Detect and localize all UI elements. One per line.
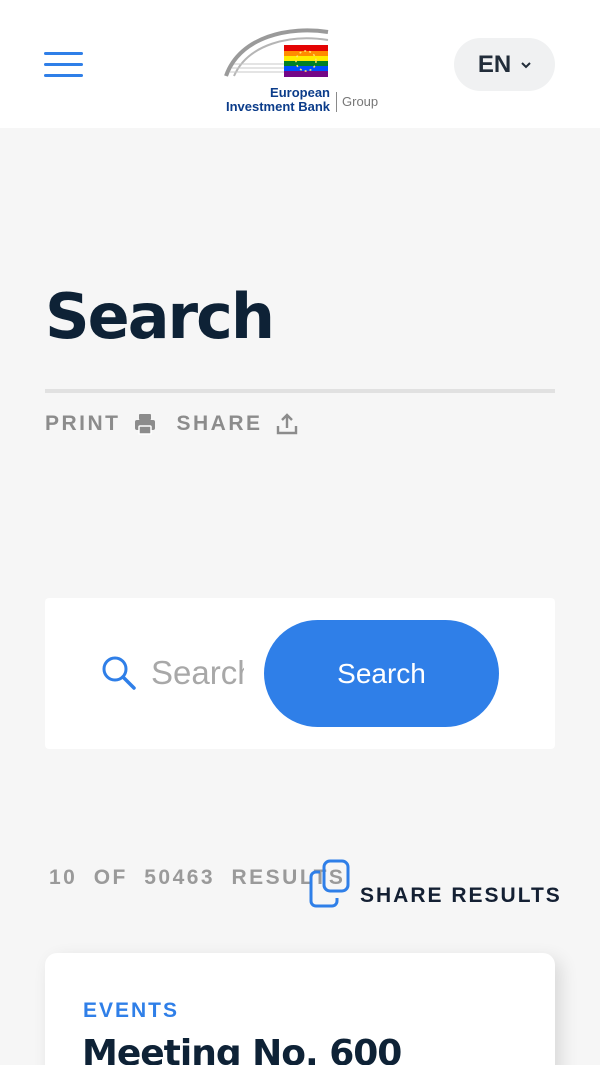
title-divider: [45, 389, 555, 393]
share-label: SHARE: [176, 412, 263, 435]
print-label: PRINT: [45, 412, 121, 435]
share-button[interactable]: SHARE: [177, 412, 299, 436]
language-code: EN: [477, 50, 512, 78]
chevron-down-icon: [521, 61, 531, 68]
eib-logo[interactable]: European Investment Bank Group: [220, 26, 390, 118]
result-card[interactable]: EVENTS Meeting No. 600: [45, 953, 555, 1065]
site-header: European Investment Bank Group EN: [0, 0, 600, 128]
copy-icon: [309, 859, 350, 908]
results-total: 50463: [144, 866, 216, 889]
menu-icon[interactable]: [44, 52, 83, 77]
printer-icon: [134, 414, 155, 435]
logo-line-1: European: [270, 85, 330, 100]
search-panel: Search: [45, 598, 555, 749]
logo-separator: [336, 92, 337, 112]
search-icon: [102, 656, 136, 690]
result-category: EVENTS: [83, 999, 180, 1022]
share-upload-icon: [276, 413, 297, 435]
logo-graphic: [224, 28, 329, 77]
logo-line-2: Investment Bank: [225, 99, 330, 114]
print-button[interactable]: PRINT: [45, 412, 157, 436]
search-input[interactable]: [151, 648, 244, 698]
share-results-label: SHARE RESULTS: [360, 884, 562, 907]
logo-group-label: Group: [342, 94, 379, 109]
language-selector[interactable]: EN: [454, 38, 555, 91]
results-shown: 10: [49, 866, 78, 889]
search-button[interactable]: Search: [264, 620, 499, 727]
results-count: 10 OF 50463 RESULTS: [49, 866, 345, 890]
page-title: Search: [45, 280, 275, 353]
results-of-label: OF: [93, 866, 128, 889]
logo-wordmark: European Investment Bank: [220, 86, 330, 114]
share-results-button[interactable]: SHARE RESULTS: [308, 858, 562, 910]
page-actions: PRINT SHARE: [45, 408, 319, 440]
result-title[interactable]: Meeting No. 600: [82, 1033, 402, 1065]
